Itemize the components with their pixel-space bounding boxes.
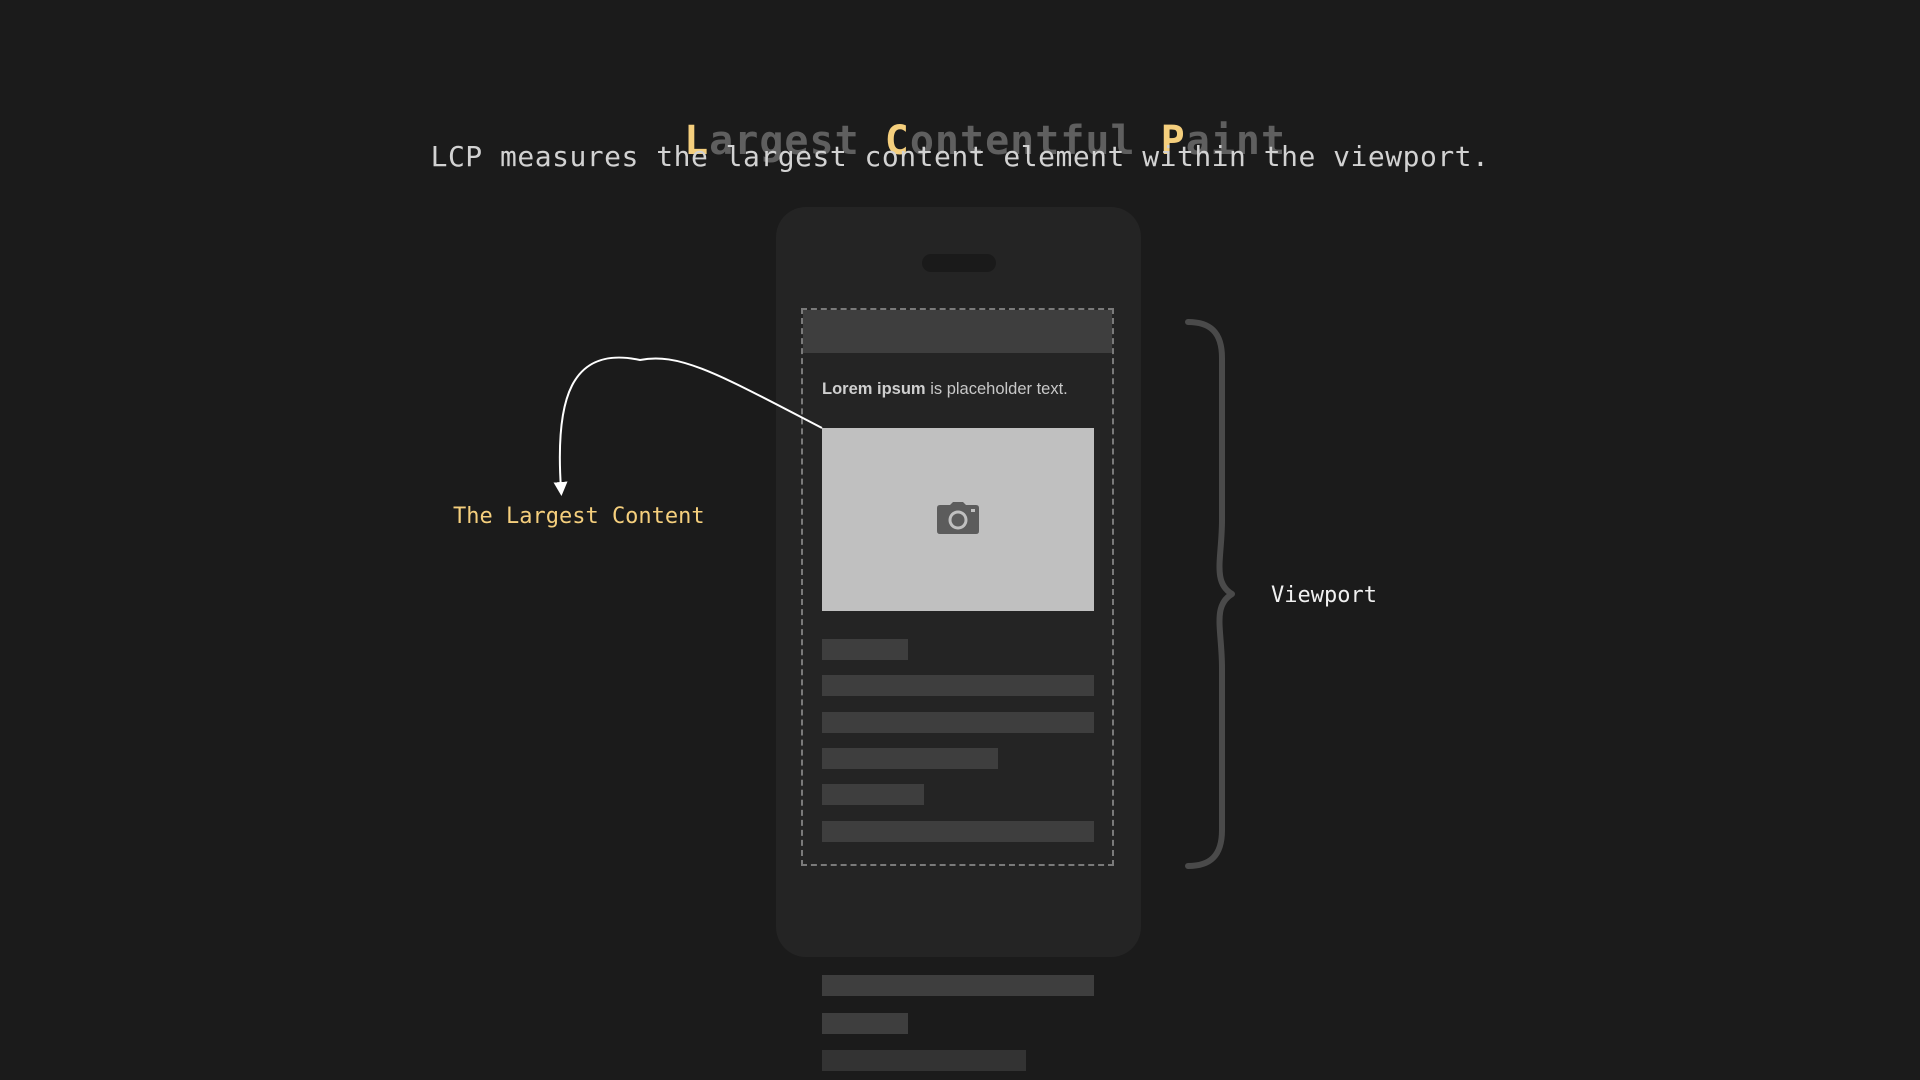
viewport-brace — [1185, 319, 1235, 869]
viewport-label: Viewport — [1271, 583, 1377, 608]
largest-content-arrow — [553, 356, 823, 496]
largest-content-label: The Largest Content — [453, 504, 705, 529]
annotation-overlay — [553, 319, 1235, 869]
